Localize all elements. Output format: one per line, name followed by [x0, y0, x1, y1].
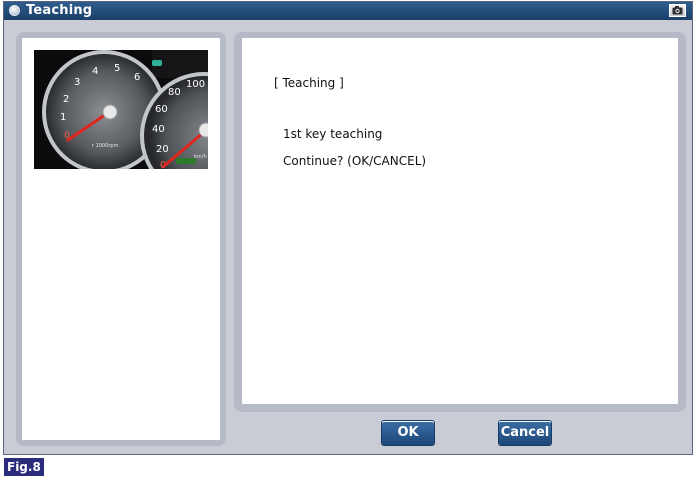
tach-unit: r 1000rpm — [92, 143, 119, 149]
message-line-2: Continue? (OK/CANCEL) — [283, 154, 427, 168]
ok-button[interactable]: OK — [382, 421, 434, 445]
window-title: Teaching — [26, 3, 93, 18]
figure-label: Fig.8 — [4, 458, 44, 476]
title-bar: Teaching — [4, 2, 692, 20]
camera-icon — [672, 6, 683, 15]
message-heading: [ Teaching ] — [274, 76, 344, 90]
indicator-light-icon — [152, 60, 162, 66]
cancel-button[interactable]: Cancel — [499, 421, 551, 445]
tach-label-5: 5 — [114, 63, 120, 74]
tach-hub — [102, 104, 118, 120]
tach-label-3: 3 — [74, 77, 80, 88]
speed-label-80: 80 — [168, 87, 181, 98]
speed-label-20: 20 — [156, 144, 169, 155]
speed-label-100: 100 — [186, 79, 205, 90]
image-panel: 0 1 2 3 4 5 6 r 1000rpm 0 20 40 60 80 10… — [16, 32, 226, 446]
tach-label-4: 4 — [92, 66, 98, 77]
odometer-display — [176, 158, 196, 164]
message-area: [ Teaching ] 1st key teaching Continue? … — [242, 38, 678, 404]
instrument-cluster-image: 0 1 2 3 4 5 6 r 1000rpm 0 20 40 60 80 10… — [34, 50, 208, 169]
window-icon — [9, 5, 20, 16]
tach-label-2: 2 — [63, 94, 69, 105]
teaching-window: Teaching 0 1 2 3 4 5 6 r 1000rpm 0 20 40… — [3, 1, 693, 455]
speed-hub — [198, 122, 208, 138]
screenshot-button[interactable] — [669, 4, 686, 17]
tach-label-1: 1 — [60, 112, 66, 123]
message-panel: [ Teaching ] 1st key teaching Continue? … — [234, 32, 686, 412]
speed-label-60: 60 — [155, 104, 168, 115]
message-line-1: 1st key teaching — [283, 127, 383, 141]
speed-label-40: 40 — [152, 124, 165, 135]
image-panel-content: 0 1 2 3 4 5 6 r 1000rpm 0 20 40 60 80 10… — [22, 38, 220, 440]
tach-label-6: 6 — [134, 72, 140, 83]
